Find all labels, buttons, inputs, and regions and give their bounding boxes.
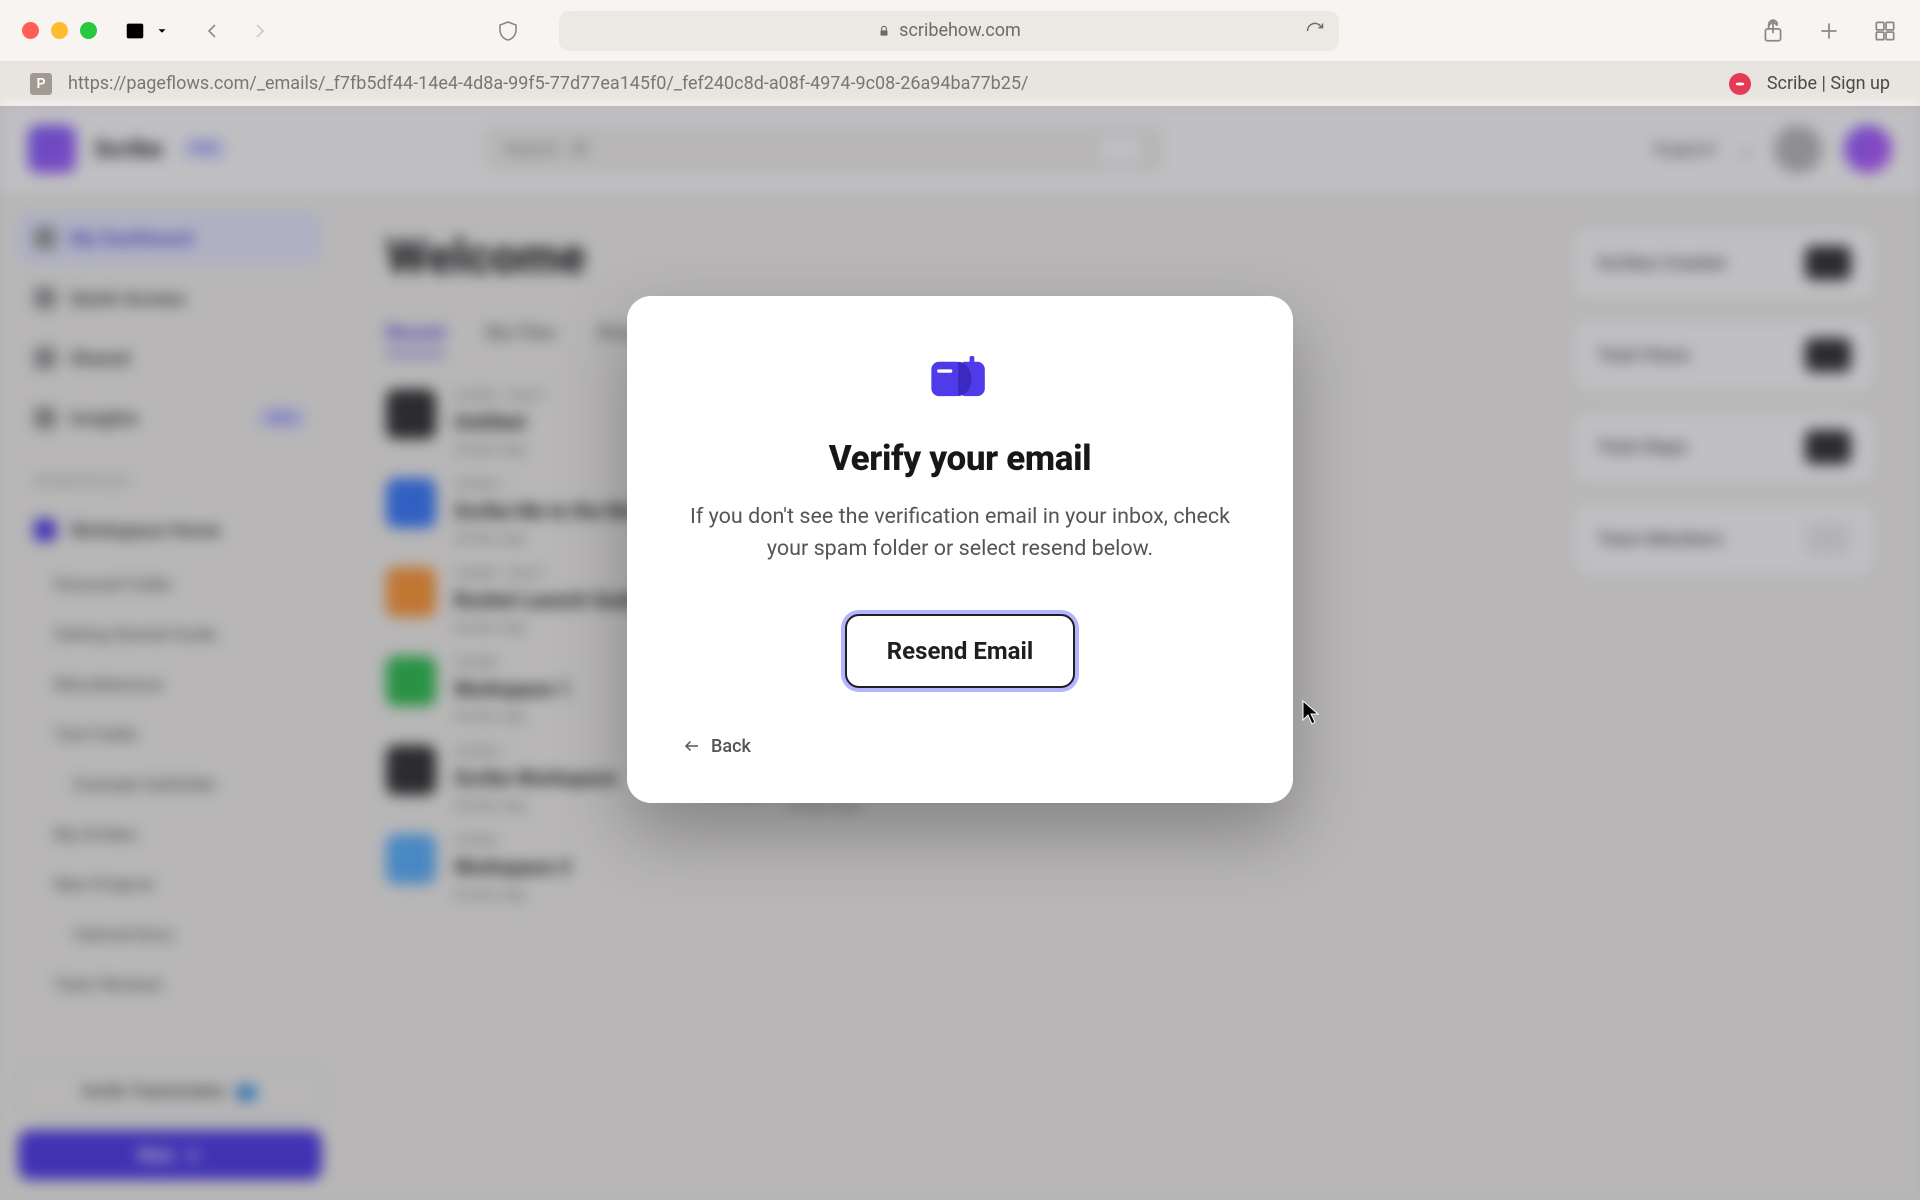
pageflows-favicon: P <box>30 73 52 95</box>
reload-icon[interactable] <box>1305 21 1325 41</box>
address-bar[interactable]: scribehow.com <box>559 11 1339 51</box>
resend-email-button[interactable]: Resend Email <box>845 614 1075 688</box>
modal-overlay[interactable]: Verify your email If you don't see the v… <box>0 106 1920 1200</box>
pageflows-annotation-bar: P https://pageflows.com/_emails/_f7fb5df… <box>0 62 1920 106</box>
url-text: scribehow.com <box>899 20 1021 41</box>
window-maximize-button[interactable] <box>80 22 97 39</box>
nav-forward-button[interactable] <box>247 18 273 44</box>
privacy-shield-button[interactable] <box>495 18 521 44</box>
chevron-down-icon <box>155 24 169 38</box>
plus-icon <box>1816 18 1842 44</box>
verify-email-modal: Verify your email If you don't see the v… <box>627 296 1293 803</box>
arrow-left-icon <box>683 737 701 755</box>
window-controls <box>22 22 97 39</box>
modal-description: If you don't see the verification email … <box>683 501 1237 566</box>
share-icon <box>1760 18 1786 44</box>
back-button[interactable]: Back <box>683 736 751 757</box>
pageflows-url-text: https://pageflows.com/_emails/_f7fb5df44… <box>68 73 1713 94</box>
sidebar-toggle-button[interactable] <box>121 20 169 42</box>
scribe-logo-icon <box>1729 73 1751 95</box>
mailbox-icon <box>929 356 991 398</box>
lock-icon <box>877 24 891 38</box>
shield-icon <box>496 19 520 43</box>
window-close-button[interactable] <box>22 22 39 39</box>
share-button[interactable] <box>1760 18 1786 44</box>
modal-title: Verify your email <box>829 438 1092 479</box>
window-minimize-button[interactable] <box>51 22 68 39</box>
browser-toolbar: scribehow.com <box>0 0 1920 62</box>
tab-overview-button[interactable] <box>1872 18 1898 44</box>
sidebar-icon <box>121 20 149 42</box>
nav-back-button[interactable] <box>199 18 225 44</box>
new-tab-button[interactable] <box>1816 18 1842 44</box>
scribe-signup-label: Scribe | Sign up <box>1767 73 1890 94</box>
grid-icon <box>1872 18 1898 44</box>
